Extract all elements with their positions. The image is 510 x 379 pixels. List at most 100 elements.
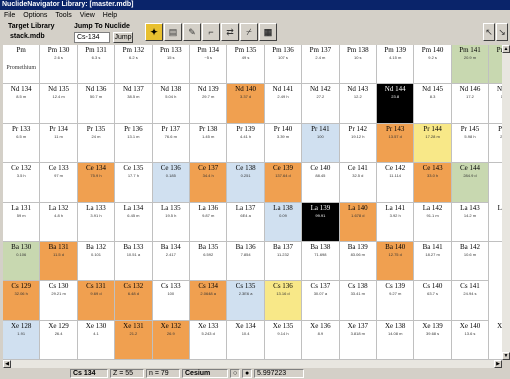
nuclide-cell[interactable]: Nd 143 12.2 xyxy=(339,84,377,124)
nuclide-cell[interactable]: Ce 143 33.0 h xyxy=(414,163,452,203)
nuclide-cell[interactable]: Pm 137 2.4 m xyxy=(302,45,340,85)
nuclide-cell[interactable]: Pr 143 13.57 d xyxy=(377,123,415,164)
nuclide-cell[interactable]: La 142 91.1 m xyxy=(414,202,452,242)
nuclide-cell[interactable]: Ba 133 10.51 a xyxy=(115,242,153,282)
nuclide-cell[interactable]: Xe 137 3.818 m xyxy=(339,320,377,360)
nuclide-cell[interactable]: Pm 132 6.2 s xyxy=(115,45,153,85)
nuclide-cell[interactable]: Xe 140 13.6 s xyxy=(451,320,490,360)
nuclide-cell[interactable]: Pm 138 10 s xyxy=(339,45,377,85)
nuclide-cell[interactable]: Ce 133 97 m xyxy=(40,163,78,203)
nuclide-cell[interactable]: La 143 14.2 m xyxy=(451,202,490,242)
nuclide-cell[interactable]: Nd 142 27.2 xyxy=(302,84,340,124)
scroll-left-icon[interactable]: ◀ xyxy=(3,360,11,368)
nuclide-cell[interactable]: Nd 134 8.5 m xyxy=(3,84,41,124)
swap-icon[interactable]: ⇄ xyxy=(221,23,239,41)
nuclide-cell[interactable]: La 141 3.92 h xyxy=(377,202,415,242)
nuclide-cell[interactable]: La 133 3.91 h xyxy=(77,202,116,242)
nuclide-cell[interactable]: La 131 59 m xyxy=(3,202,41,242)
nuclide-cell[interactable]: Ce 136 0.185 xyxy=(152,163,190,203)
nuclide-cell[interactable]: Ba 135 6.592 xyxy=(190,242,228,282)
nuclide-cell[interactable]: La 140 1.678 d xyxy=(339,202,377,242)
nuclide-cell[interactable]: Cs 135 2.3E6 a xyxy=(227,281,265,321)
nuclide-cell[interactable]: Pm 134 ~5 s xyxy=(190,45,228,85)
nuclide-cell[interactable]: Pm 139 4.15 m xyxy=(377,45,415,85)
nuclide-cell[interactable]: Cs 136 13.16 d xyxy=(264,281,303,321)
nuclide-cell[interactable]: Pr 140 3.39 m xyxy=(264,123,303,164)
nuclide-cell[interactable]: Xe 130 4.1 xyxy=(77,320,116,360)
nuclide-cell[interactable]: Xe 133 5.243 d xyxy=(190,320,228,360)
nuclide-cell[interactable]: Pm 131 6.3 s xyxy=(77,45,116,85)
stairs-icon[interactable]: ⌐ xyxy=(202,23,220,41)
nuclide-cell[interactable]: Nd 138 5.04 h xyxy=(152,84,190,124)
nuclide-cell[interactable]: Pr 145 5.98 h xyxy=(451,123,490,164)
nuclide-cell[interactable]: Pr 139 4.41 h xyxy=(227,123,265,164)
menu-options[interactable]: Options xyxy=(23,10,47,21)
nuclide-cell[interactable]: Ba 142 10.6 m xyxy=(451,242,490,282)
nuclide-cell[interactable]: Cs 140 63.7 s xyxy=(414,281,452,321)
nuclide-cell[interactable]: Cs 139 9.27 m xyxy=(377,281,415,321)
menu-tools[interactable]: Tools xyxy=(55,10,71,21)
nuclide-cell[interactable]: Xe 136 8.9 xyxy=(302,320,340,360)
table-icon[interactable]: ▦ xyxy=(259,23,277,41)
menu-file[interactable]: File xyxy=(4,10,15,21)
nuclide-cell[interactable]: Pr 14624.15 m xyxy=(489,123,502,164)
nuclide-cell[interactable]: Ba 131 11.5 d xyxy=(40,242,78,282)
nuclide-cell[interactable]: La 138 0.09 xyxy=(264,202,303,242)
nuclide-cell[interactable]: Ce 137 34.4 h xyxy=(190,163,228,203)
zoom-out-icon[interactable]: ↖ xyxy=(483,23,495,41)
nuclide-cell[interactable]: Pr 136 13.1 m xyxy=(115,123,153,164)
nuclide-cell[interactable]: Xe 134 10.4 xyxy=(227,320,265,360)
nuclide-cell[interactable]: Pm 135 49 s xyxy=(227,45,265,85)
nuclide-cell[interactable]: La 137 6E4 a xyxy=(227,202,265,242)
nuclide-cell[interactable]: Xe 132 26.9 xyxy=(152,320,190,360)
nuclide-cell[interactable]: Ba 140 12.75 d xyxy=(377,242,415,282)
nuclide-cell[interactable]: Ce 140 88.45 xyxy=(302,163,340,203)
zoom-in-icon[interactable]: ↘ xyxy=(496,23,508,41)
nuclide-cell[interactable]: Xe 129 26.4 xyxy=(40,320,78,360)
nuclide-cell[interactable]: Nd 140 3.37 d xyxy=(227,84,265,124)
nuclide-cell[interactable]: La 14440.8 s xyxy=(489,202,502,242)
nuclide-cell[interactable]: Ce 138 0.251 xyxy=(227,163,265,203)
nuclide-cell[interactable]: La 136 9.87 m xyxy=(190,202,228,242)
jump-button[interactable]: Jump xyxy=(113,32,133,43)
nuclide-cell[interactable]: Cs 133 100 xyxy=(152,281,190,321)
nuclide-cell[interactable]: Pr 134 11 m xyxy=(40,123,78,164)
nuclide-cell[interactable]: Ba 141 18.27 m xyxy=(414,242,452,282)
nuclide-cell[interactable]: Ce 135 17.7 h xyxy=(115,163,153,203)
nuclide-cell[interactable]: Ce 142 11.114 xyxy=(377,163,415,203)
nuclide-cell[interactable]: Nd 136 50.7 m xyxy=(77,84,116,124)
nuclide-cell[interactable]: Cs 138 33.41 m xyxy=(339,281,377,321)
jump-to-input[interactable]: Cs-134 xyxy=(74,32,110,43)
nuclide-cell[interactable]: Xe 1411.73 s xyxy=(489,320,502,360)
nuclide-cell[interactable]: Ce 144 284.9 d xyxy=(451,163,490,203)
nuclide-cell[interactable]: Pr 137 76.6 m xyxy=(152,123,190,164)
nuclide-cell[interactable]: Pm Promethium xyxy=(3,45,41,85)
nuclide-cell[interactable]: Cs 141 24.94 s xyxy=(451,281,490,321)
nuclide-cell[interactable]: Ce 141 32.5 d xyxy=(339,163,377,203)
nuclide-cell[interactable]: Pm 133 15 s xyxy=(152,45,190,85)
nuclide-cell[interactable]: La 139 99.91 xyxy=(302,202,340,242)
menu-help[interactable]: Help xyxy=(103,10,117,21)
nuclide-cell[interactable]: Xe 138 14.08 m xyxy=(377,320,415,360)
nuclide-cell[interactable]: Nd 141 2.49 h xyxy=(264,84,303,124)
nuclide-cell[interactable]: Nd 139 29.7 m xyxy=(190,84,228,124)
radio-option-a[interactable]: ○ xyxy=(230,369,240,378)
chart-icon[interactable]: ▤ xyxy=(164,23,182,41)
nuclide-cell[interactable]: Nd 14710.98 d xyxy=(489,84,502,124)
nuclide-cell[interactable]: Pr 142 19.12 h xyxy=(339,123,377,164)
nuclide-cell[interactable]: Ba 137 11.232 xyxy=(264,242,303,282)
vertical-scrollbar[interactable]: ▲ ▼ xyxy=(502,45,510,360)
nuclide-cell[interactable]: Xe 128 1.91 xyxy=(3,320,41,360)
decay-icon[interactable]: ⌿ xyxy=(240,23,258,41)
nuclide-cell[interactable]: Pm 136 107 s xyxy=(264,45,303,85)
nuclide-cell[interactable]: Nd 146 17.2 xyxy=(451,84,490,124)
book-icon[interactable]: ✎ xyxy=(183,23,201,41)
nuclide-cell[interactable]: Nd 135 12.4 m xyxy=(40,84,78,124)
target-library-field[interactable]: stack.mdb xyxy=(8,32,52,43)
nuclide-cell[interactable]: Nd 137 38.5 m xyxy=(115,84,153,124)
nuclide-cell[interactable]: Xe 139 39.68 s xyxy=(414,320,452,360)
nuclide-cell[interactable]: Pr 133 6.5 m xyxy=(3,123,41,164)
nuclide-cell[interactable]: Ba 134 2.417 xyxy=(152,242,190,282)
menu-view[interactable]: View xyxy=(80,10,95,21)
nuclide-cell[interactable]: Cs 131 9.69 d xyxy=(77,281,116,321)
